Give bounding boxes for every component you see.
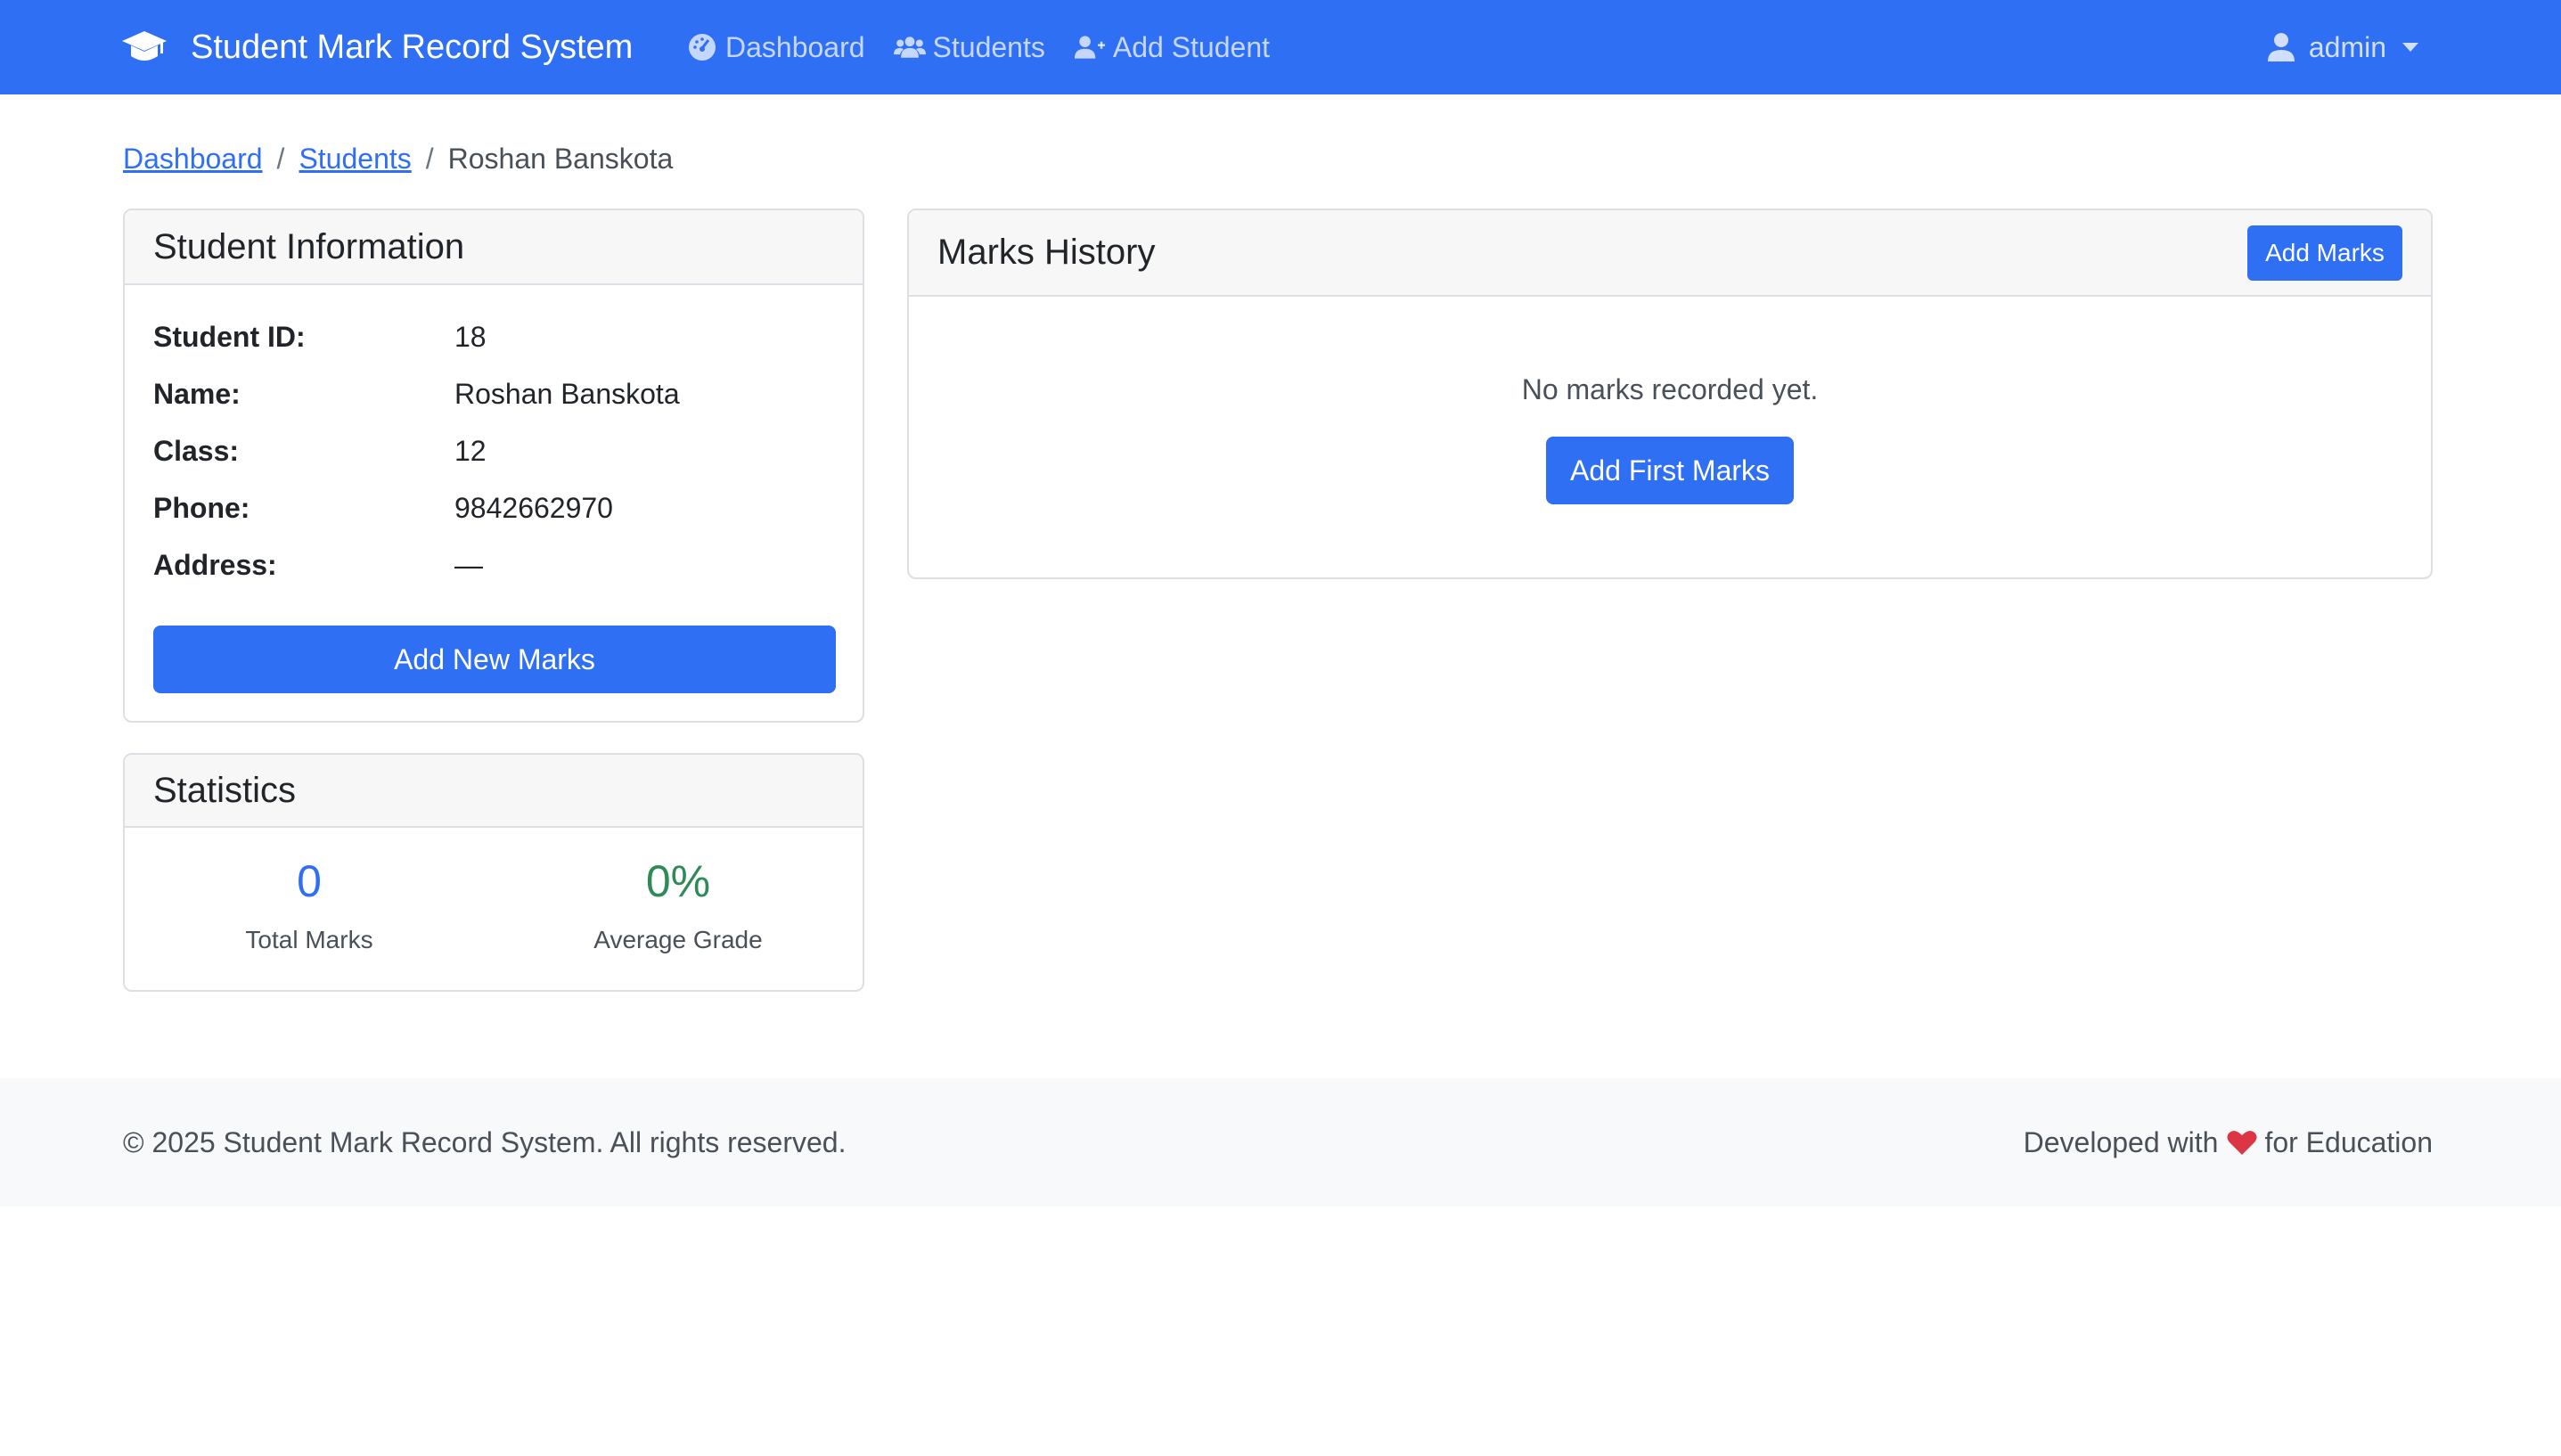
- field-label: Phone:: [153, 491, 250, 524]
- student-information-body: Student ID: 18 Name: Roshan Banskota Cla…: [125, 285, 863, 593]
- brand-link[interactable]: Student Mark Record System: [121, 0, 633, 94]
- nav-dashboard-label: Dashboard: [725, 30, 865, 63]
- page-footer: © 2025 Student Mark Record System. All r…: [0, 1078, 2561, 1207]
- stat-average-grade: 0% Average Grade: [494, 828, 863, 990]
- footer-developed-suffix: for Education: [2264, 1125, 2433, 1158]
- field-value: 12: [454, 434, 487, 467]
- info-row-address: Address: —: [153, 536, 834, 593]
- field-label: Class:: [153, 434, 240, 467]
- heart-icon: [2227, 1129, 2257, 1156]
- info-row-class: Class: 12: [153, 422, 834, 479]
- total-marks-value: 0: [297, 856, 322, 906]
- nav-links: Dashboard Students Add Student: [686, 0, 1298, 94]
- breadcrumb-separator: /: [276, 142, 285, 175]
- footer-copyright: © 2025 Student Mark Record System. All r…: [123, 1125, 847, 1158]
- empty-state-text: No marks recorded yet.: [1521, 373, 1819, 405]
- nav-add-student-link[interactable]: Add Student: [1074, 31, 1270, 64]
- student-information-card: Student Information Student ID: 18 Name:…: [123, 209, 864, 723]
- field-value: 18: [454, 320, 487, 353]
- breadcrumb-students-link[interactable]: Students: [299, 143, 411, 176]
- breadcrumb-current: Roshan Banskota: [447, 142, 674, 175]
- field-label: Address:: [153, 548, 277, 581]
- user-dropdown-toggle[interactable]: admin: [2267, 0, 2418, 94]
- brand-title: Student Mark Record System: [191, 28, 634, 66]
- add-marks-button[interactable]: Add Marks: [2247, 225, 2402, 281]
- info-row-phone: Phone: 9842662970: [153, 479, 834, 536]
- field-value: 9842662970: [454, 491, 613, 524]
- info-row-student-id: Student ID: 18: [153, 308, 834, 365]
- info-row-name: Name: Roshan Banskota: [153, 365, 834, 422]
- marks-history-header: Marks History Add Marks: [909, 210, 2431, 297]
- top-navbar: Student Mark Record System Dashboard Stu…: [0, 0, 2561, 94]
- chevron-down-icon: [2402, 43, 2418, 52]
- marks-history-card: Marks History Add Marks No marks recorde…: [907, 209, 2433, 579]
- user-name: admin: [2308, 30, 2386, 63]
- nav-dashboard-link[interactable]: Dashboard: [686, 31, 865, 64]
- statistics-card: Statistics 0 Total Marks 0% Average Grad…: [123, 753, 864, 992]
- footer-credit: Developed with for Education: [2024, 1078, 2433, 1207]
- average-grade-label: Average Grade: [593, 926, 763, 953]
- statistics-header: Statistics: [125, 755, 863, 828]
- total-marks-label: Total Marks: [245, 926, 373, 953]
- marks-history-body: No marks recorded yet. Add First Marks: [909, 297, 2431, 504]
- user-icon: [2267, 32, 2296, 62]
- nav-add-student-label: Add Student: [1112, 30, 1270, 63]
- student-information-header: Student Information: [125, 210, 863, 285]
- statistics-title: Statistics: [153, 770, 297, 810]
- user-plus-icon: [1074, 32, 1106, 62]
- stat-total-marks: 0 Total Marks: [125, 828, 494, 990]
- field-label: Name:: [153, 377, 241, 410]
- dashboard-gauge-icon: [686, 32, 718, 62]
- average-grade-value: 0%: [645, 856, 711, 906]
- users-icon: [893, 32, 926, 62]
- statistics-body: 0 Total Marks 0% Average Grade: [125, 828, 863, 990]
- field-value: Roshan Banskota: [454, 377, 680, 410]
- breadcrumb-dashboard-link[interactable]: Dashboard: [123, 143, 263, 176]
- graduation-cap-icon: [121, 29, 168, 65]
- footer-developed-prefix: Developed with: [2023, 1125, 2219, 1158]
- breadcrumb: Dashboard / Students / Roshan Banskota: [123, 139, 673, 178]
- breadcrumb-separator: /: [425, 142, 434, 175]
- add-new-marks-button[interactable]: Add New Marks: [153, 626, 836, 693]
- nav-students-label: Students: [932, 30, 1045, 63]
- add-first-marks-button[interactable]: Add First Marks: [1546, 437, 1794, 504]
- field-value: —: [454, 548, 483, 581]
- marks-history-title: Marks History: [937, 233, 1156, 272]
- nav-students-link[interactable]: Students: [893, 30, 1045, 64]
- student-information-title: Student Information: [153, 226, 465, 266]
- field-label: Student ID:: [153, 320, 306, 353]
